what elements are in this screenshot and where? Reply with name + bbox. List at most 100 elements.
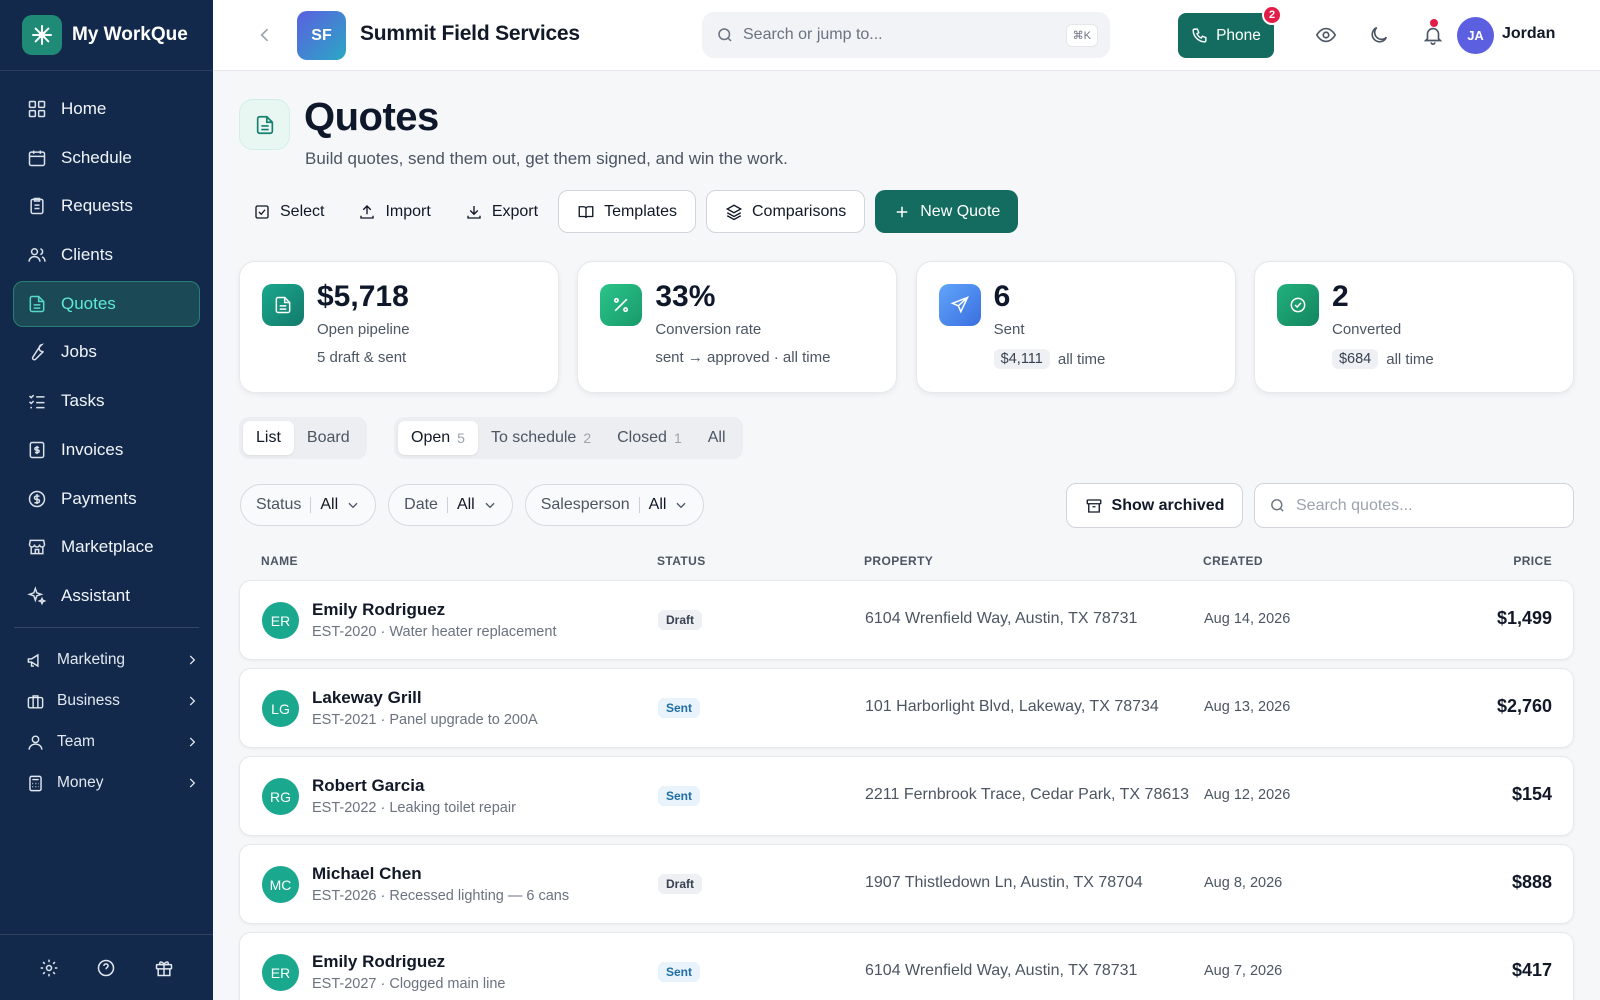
status-filter[interactable]: Status All <box>240 484 377 526</box>
sidebar-item-home[interactable]: Home <box>13 86 200 132</box>
wrench-icon <box>31 343 45 361</box>
eye-icon[interactable] <box>1315 24 1337 46</box>
sidebar-group-marketing[interactable]: Marketing <box>13 640 213 681</box>
quote-search[interactable] <box>1254 483 1574 528</box>
brand[interactable]: My WorkQue <box>0 0 213 71</box>
select-button[interactable]: Select <box>239 190 338 233</box>
company-name[interactable]: Summit Field Services <box>360 22 580 46</box>
users-icon <box>28 248 46 262</box>
client-name[interactable]: Emily Rodriguez <box>312 600 445 620</box>
kpi-sent[interactable]: 6 Sent $4,111 all time <box>915 261 1236 393</box>
avatar[interactable]: JA <box>1457 17 1494 54</box>
view-list[interactable]: List <box>243 421 294 455</box>
kpi-label: Open pipeline <box>317 321 410 338</box>
sidebar-item-clients[interactable]: Clients <box>13 232 200 278</box>
client-name[interactable]: Robert Garcia <box>312 776 424 796</box>
kpi-conversion-rate[interactable]: 33% Conversion rate sent → approved · al… <box>577 261 898 393</box>
templates-button-label: Templates <box>604 202 677 220</box>
kpi-sub-text: 5 draft & sent <box>317 349 407 366</box>
comparisons-button[interactable]: Comparisons <box>705 190 866 233</box>
moon-icon[interactable] <box>1368 24 1390 46</box>
column-header-status[interactable]: STATUS <box>657 554 706 568</box>
sidebar-item-invoices[interactable]: Invoices <box>13 427 200 473</box>
chevron-down-icon <box>485 502 495 509</box>
grid-icon <box>28 100 46 118</box>
import-button-label: Import <box>385 202 431 220</box>
company-logo[interactable]: SF <box>297 11 346 60</box>
user-name[interactable]: Jordan <box>1502 25 1555 43</box>
show-archived-label: Show archived <box>1111 496 1225 514</box>
chevron-down-icon <box>676 502 686 509</box>
column-header-price[interactable]: PRICE <box>1513 554 1552 568</box>
sidebar-item-label: Tasks <box>61 391 105 411</box>
page-subtitle: Build quotes, send them out, get them si… <box>305 149 788 168</box>
sidebar-item-assistant[interactable]: Assistant <box>13 573 200 619</box>
sidebar-divider <box>14 626 199 628</box>
quote-description: EST-2022 · Leaking toilet repair <box>312 800 516 816</box>
settings-icon[interactable] <box>39 958 59 978</box>
tab-label: Closed <box>617 429 667 446</box>
property-address: 2211 Fernbrook Trace, Cedar Park, TX 786… <box>865 786 1190 803</box>
table-row[interactable]: ER Emily Rodriguez EST-2027 · Clogged ma… <box>239 932 1574 1000</box>
global-search[interactable]: Search or jump to... ⌘K <box>702 12 1110 58</box>
filter-value: All <box>456 496 475 513</box>
page-title: Quotes <box>304 95 439 139</box>
quote-price: $1,499 <box>1496 608 1552 628</box>
table-row[interactable]: RG Robert Garcia EST-2022 · Leaking toil… <box>239 756 1574 836</box>
check-circle-icon <box>1276 284 1319 326</box>
sidebar-item-marketplace[interactable]: Marketplace <box>13 524 200 570</box>
tab-all[interactable]: All <box>695 421 739 455</box>
sidebar-item-quotes[interactable]: Quotes <box>13 280 200 327</box>
user-icon <box>28 735 43 750</box>
tab-open[interactable]: Open 5 <box>398 421 478 455</box>
sidebar-item-label: Invoices <box>61 439 124 459</box>
new-quote-button[interactable]: New Quote <box>875 190 1019 233</box>
filter-label: Salesperson <box>540 496 630 513</box>
table-row[interactable]: ER Emily Rodriguez EST-2020 · Water heat… <box>239 580 1574 660</box>
show-archived-button[interactable]: Show archived <box>1066 483 1243 528</box>
import-button[interactable]: Import <box>344 190 444 233</box>
sidebar-group-team[interactable]: Team <box>13 722 213 763</box>
client-name[interactable]: Emily Rodriguez <box>312 952 445 972</box>
client-name[interactable]: Michael Chen <box>312 864 422 884</box>
sidebar-group-money[interactable]: Money <box>13 763 213 804</box>
quotes-table: ER Emily Rodriguez EST-2020 · Water heat… <box>239 580 1574 1000</box>
sidebar-item-label: Assistant <box>61 585 130 605</box>
send-icon <box>938 284 981 326</box>
sidebar-item-payments[interactable]: Payments <box>13 476 200 522</box>
bell-icon[interactable] <box>1422 24 1444 46</box>
sidebar-item-tasks[interactable]: Tasks <box>13 378 200 424</box>
view-board[interactable]: Board <box>294 421 363 455</box>
chevron-right-icon <box>189 696 196 706</box>
kpi-open-pipeline[interactable]: $5,718 Open pipeline 5 draft & sent <box>239 261 559 393</box>
help-icon[interactable] <box>96 958 116 978</box>
sidebar-item-label: Jobs <box>61 342 97 362</box>
archive-icon <box>1086 498 1101 513</box>
tab-closed[interactable]: Closed 1 <box>604 421 695 455</box>
salesperson-filter[interactable]: Salesperson All <box>524 484 705 526</box>
sidebar-item-schedule[interactable]: Schedule <box>13 135 200 181</box>
templates-button[interactable]: Templates <box>558 190 696 233</box>
sidebar-item-label: Quotes <box>61 293 116 313</box>
table-row[interactable]: MC Michael Chen EST-2026 · Recessed ligh… <box>239 844 1574 924</box>
column-header-created[interactable]: CREATED <box>1203 554 1263 568</box>
date-filter[interactable]: Date All <box>388 484 513 526</box>
quote-search-input[interactable] <box>1296 496 1556 515</box>
chevron-left-icon[interactable] <box>255 25 275 45</box>
column-header-property[interactable]: PROPERTY <box>864 554 933 568</box>
filter-label: Status <box>256 496 302 513</box>
gift-icon[interactable] <box>154 958 174 978</box>
tab-to-schedule[interactable]: To schedule 2 <box>478 421 604 455</box>
column-header-name[interactable]: NAME <box>261 554 298 568</box>
status-tabs: Open 5 To schedule 2 Closed 1 All <box>394 417 743 459</box>
sidebar-item-jobs[interactable]: Jobs <box>13 329 200 375</box>
export-button[interactable]: Export <box>451 190 552 233</box>
sidebar-group-business[interactable]: Business <box>13 681 213 722</box>
checklist-icon <box>28 394 45 409</box>
sidebar-item-requests[interactable]: Requests <box>13 183 200 229</box>
table-row[interactable]: LG Lakeway Grill EST-2021 · Panel upgrad… <box>239 668 1574 748</box>
phone-button[interactable]: Phone <box>1178 13 1274 58</box>
kpi-converted[interactable]: 2 Converted $684 all time <box>1253 261 1574 393</box>
phone-icon <box>1192 28 1207 43</box>
client-name[interactable]: Lakeway Grill <box>312 688 422 708</box>
